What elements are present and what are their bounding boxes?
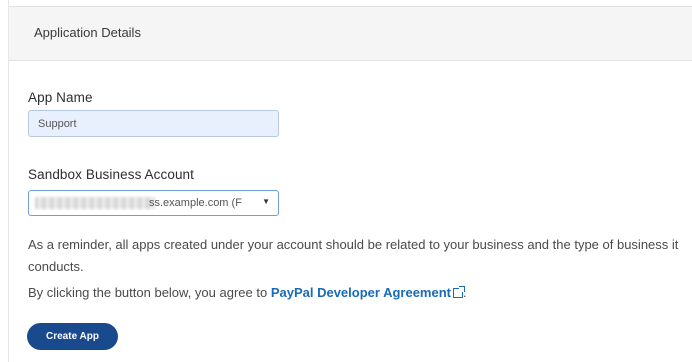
redacted-account-text [35,197,155,209]
app-name-label: App Name [28,90,93,105]
paypal-developer-agreement-link[interactable]: PayPal Developer Agreement [270,285,465,300]
reminder-text: As a reminder, all apps created under yo… [28,237,679,274]
panel-header: Application Details [9,6,692,61]
sandbox-account-select[interactable]: ss.example.com (F ▼ [28,190,279,216]
app-name-input[interactable] [28,110,279,137]
application-details-panel: Application Details App Name Sandbox Bus… [8,0,692,362]
panel-title: Application Details [34,25,141,40]
sandbox-account-value: ss.example.com (F [149,197,242,209]
agreement-text: By clicking the button below, you agree … [28,282,688,304]
external-link-icon [452,286,465,298]
chevron-down-icon: ▼ [262,197,270,206]
create-app-button[interactable]: Create App [27,323,118,350]
agreement-prefix: By clicking the button below, you agree … [28,285,271,300]
sandbox-account-label: Sandbox Business Account [28,167,195,182]
agreement-link-label: PayPal Developer Agreement [270,285,451,300]
